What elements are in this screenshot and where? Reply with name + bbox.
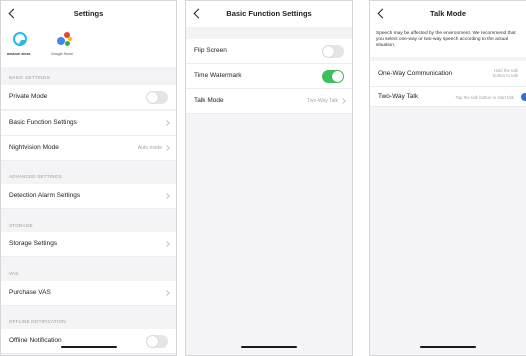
row-label: Basic Function Settings — [9, 119, 77, 126]
alexa-logo[interactable]: amazon alexa — [1, 27, 41, 67]
option-hint: Tap the talk button to start talk — [455, 95, 514, 100]
section-header-offline: OFFLINE NOTIFICATION — [9, 319, 66, 324]
home-indicator — [241, 346, 297, 348]
option-one-way-communication[interactable]: One-Way Communication Hold the talk butt… — [370, 61, 526, 87]
basic-function-settings-screen: Basic Function Settings Flip Screen Time… — [185, 0, 353, 356]
row-storage-settings[interactable]: Storage Settings — [1, 232, 176, 257]
row-purchase-vas[interactable]: Purchase VAS — [1, 281, 176, 306]
talk-mode-screen: Talk Mode Speech may be affected by the … — [369, 0, 526, 356]
row-nightvision-mode[interactable]: Nightvision Mode Auto mode — [1, 136, 176, 161]
row-label: Offline Notification — [9, 337, 62, 344]
option-hint-line: button to talk — [492, 73, 518, 79]
row-label: Detection Alarm Settings — [9, 192, 81, 199]
row-time-watermark: Time Watermark — [186, 64, 352, 89]
section-header-storage: STORAGE — [9, 223, 33, 228]
option-hint: Hold the talk button to talk — [493, 68, 518, 79]
time-watermark-toggle[interactable] — [322, 70, 344, 83]
home-indicator — [420, 346, 476, 348]
row-label: Nightvision Mode — [9, 144, 59, 151]
nav-bar: Talk Mode — [370, 1, 526, 27]
alexa-icon — [13, 32, 27, 46]
offline-notification-toggle[interactable] — [146, 335, 168, 348]
row-label: Purchase VAS — [9, 289, 51, 296]
row-flip-screen: Flip Screen — [186, 39, 352, 64]
chevron-right-icon — [340, 98, 346, 104]
row-label: Private Mode — [9, 93, 48, 100]
settings-screen: Settings amazon alexa Google Home BASIC … — [0, 0, 177, 356]
private-mode-toggle[interactable] — [146, 91, 168, 104]
chevron-right-icon — [164, 193, 170, 199]
row-basic-function-settings[interactable]: Basic Function Settings — [1, 111, 176, 136]
section-header-advanced: ADVANCED SETTINGS — [9, 174, 62, 179]
option-label: One-Way Communication — [378, 70, 453, 77]
page-title: Talk Mode — [429, 9, 467, 18]
chevron-right-icon — [164, 120, 170, 126]
section-header-basic: BASIC SETTINGS — [9, 75, 50, 80]
selected-check-icon[interactable] — [521, 93, 526, 101]
option-two-way-talk[interactable]: Two-Way Talk Tap the talk button to star… — [370, 87, 526, 107]
flip-screen-toggle[interactable] — [322, 45, 344, 58]
nav-bar: Settings — [1, 1, 176, 27]
row-private-mode: Private Mode — [1, 85, 176, 110]
home-indicator — [60, 346, 117, 348]
google-assistant-icon — [45, 27, 75, 49]
page-title: Basic Function Settings — [226, 9, 312, 18]
row-detection-alarm-settings[interactable]: Detection Alarm Settings — [1, 184, 176, 209]
option-label: Two-Way Talk — [378, 93, 419, 100]
row-value: Two-Way Talk — [307, 98, 338, 104]
page-title: Settings — [73, 9, 104, 18]
voice-assistant-panel: amazon alexa Google Home — [1, 27, 176, 67]
chevron-right-icon — [164, 145, 170, 151]
row-talk-mode[interactable]: Talk Mode Two-Way Talk — [186, 89, 352, 114]
row-offline-notification: Offline Notification — [1, 329, 176, 354]
chevron-right-icon — [164, 241, 170, 247]
google-home-label: Google Home — [51, 52, 74, 56]
row-label: Flip Screen — [194, 47, 227, 54]
google-home-logo[interactable]: Google Home — [45, 27, 85, 67]
row-label: Time Watermark — [194, 72, 242, 79]
row-label: Talk Mode — [194, 97, 224, 104]
row-value: Auto mode — [137, 145, 162, 151]
chevron-right-icon — [164, 290, 170, 296]
option-hint-line: Hold the talk — [493, 68, 518, 73]
talk-mode-note: Speech may be affected by the environmen… — [370, 27, 526, 57]
row-label: Storage Settings — [9, 240, 58, 247]
section-header-vas: VAS — [9, 271, 19, 276]
alexa-label: amazon alexa — [7, 52, 31, 56]
nav-bar: Basic Function Settings — [186, 1, 352, 27]
